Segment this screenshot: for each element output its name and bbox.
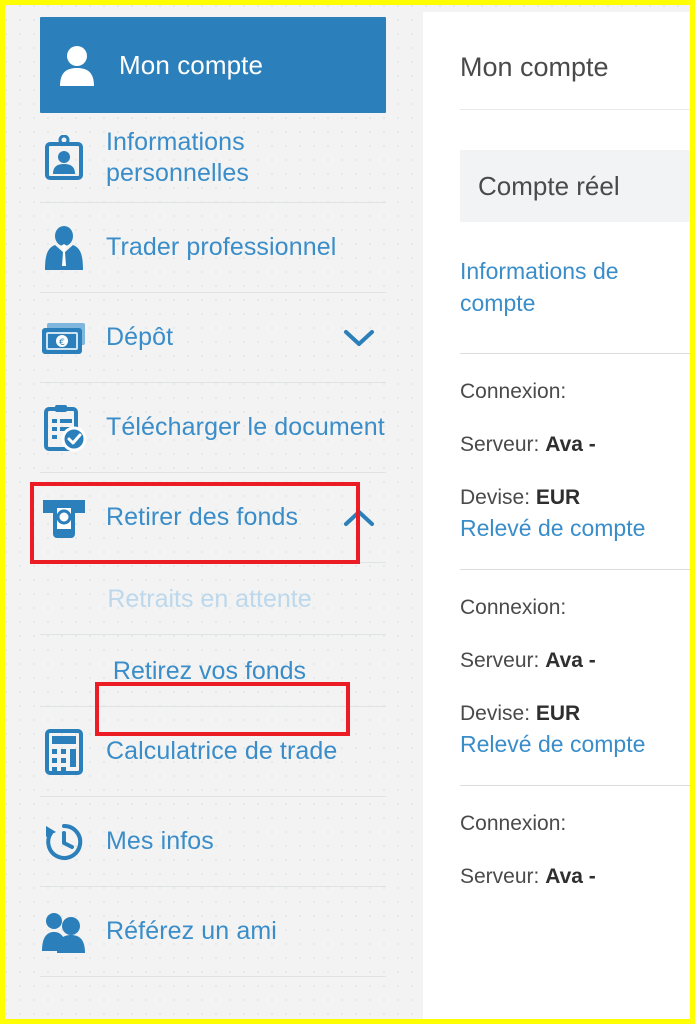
devise-label: Devise: — [460, 486, 531, 510]
serveur-value: Ava - — [545, 864, 596, 888]
account-devise-row: Devise: EUR — [460, 460, 690, 513]
sidebar-item-retirer-des-fonds[interactable]: Retirer des fonds — [5, 473, 414, 563]
serveur-label: Serveur: — [460, 649, 540, 673]
serveur-value: Ava - — [545, 433, 596, 457]
refer-friend-icon — [40, 908, 88, 956]
sidebar-item-label: Mon compte — [119, 49, 264, 80]
businessman-icon — [40, 224, 88, 272]
serveur-label: Serveur: — [460, 864, 540, 888]
tab-compte-reel[interactable]: Compte réel — [460, 150, 690, 222]
sidebar-item-label: Référez un ami — [106, 917, 277, 946]
sidebar-item-informations-personnelles[interactable]: Informations personnelles — [5, 113, 414, 203]
sidebar-item-label: Télécharger le document — [106, 413, 385, 442]
sidebar-item-label: Trader professionnel — [106, 233, 337, 262]
sidebar-item-telecharger-le-document[interactable]: Télécharger le document — [5, 383, 414, 473]
sidebar-item-label: Dépôt — [106, 323, 174, 352]
sidebar-item-label: Calculatrice de trade — [106, 737, 338, 766]
document-check-icon — [40, 404, 88, 452]
devise-value: EUR — [535, 702, 581, 726]
banknotes-icon: € — [40, 314, 88, 362]
chevron-down-icon[interactable] — [342, 327, 376, 349]
sidebar-subitem-retirez-vos-fonds[interactable]: Retirez vos fonds — [5, 635, 414, 707]
svg-text:€: € — [59, 338, 65, 348]
serveur-value: Ava - — [545, 649, 596, 673]
calculator-icon — [40, 728, 88, 776]
serveur-label: Serveur: — [460, 433, 540, 457]
sidebar-item-referez-un-ami[interactable]: Référez un ami — [5, 887, 414, 977]
sidebar-item-label: Retirer des fonds — [106, 503, 299, 532]
connexion-label: Connexion: — [460, 380, 567, 404]
devise-value: EUR — [535, 486, 581, 510]
atm-withdraw-icon — [40, 494, 88, 542]
account-connexion-row: Connexion: — [460, 354, 690, 407]
sidebar-item-calculatrice-de-trade[interactable]: Calculatrice de trade — [5, 707, 414, 797]
account-serveur-row: Serveur: Ava - — [460, 407, 690, 460]
account-connexion-row: Connexion: — [460, 570, 690, 623]
account-detail-panel: Mon compte Compte réel Informations de c… — [423, 12, 690, 1019]
sidebar-subitem-label: Retirez vos fonds — [112, 656, 307, 685]
devise-label: Devise: — [460, 702, 531, 726]
account-statement-link[interactable]: Relevé de compte — [460, 513, 690, 545]
sidebar-item-label: Informations personnelles — [106, 127, 249, 187]
account-connexion-row: Connexion: — [460, 786, 690, 839]
sidebar-nav-list: Mon compte Informations personnelles Tra… — [5, 5, 414, 977]
chevron-up-icon[interactable] — [342, 507, 376, 529]
account-entry: Connexion: Serveur: Ava - Devise: EUR Re… — [423, 354, 690, 569]
tab-label: Compte réel — [478, 170, 620, 201]
sidebar-subitem-retraits-en-attente[interactable]: Retraits en attente — [5, 563, 414, 635]
user-icon — [53, 41, 101, 89]
screenshot-frame: Mon compte Informations personnelles Tra… — [0, 0, 695, 1024]
sidebar-item-depot[interactable]: € Dépôt — [5, 293, 414, 383]
title-divider — [460, 109, 690, 110]
sidebar-item-trader-professionnel[interactable]: Trader professionnel — [5, 203, 414, 293]
sidebar-item-mon-compte[interactable]: Mon compte — [40, 17, 386, 113]
account-information-link[interactable]: Informations de compte — [460, 256, 690, 319]
account-devise-row: Devise: EUR — [460, 676, 690, 729]
connexion-label: Connexion: — [460, 811, 567, 835]
page-title: Mon compte — [460, 52, 609, 82]
account-entry: Connexion: Serveur: Ava - — [423, 786, 690, 892]
account-entry: Connexion: Serveur: Ava - Devise: EUR Re… — [423, 570, 690, 785]
history-clock-icon — [40, 818, 88, 866]
divider — [40, 976, 386, 977]
account-serveur-row: Serveur: Ava - — [460, 623, 690, 676]
account-statement-link[interactable]: Relevé de compte — [460, 729, 690, 761]
account-sidebar: Mon compte Informations personnelles Tra… — [5, 5, 414, 1019]
sidebar-subitem-label: Retraits en attente — [107, 584, 312, 613]
sidebar-item-mes-infos[interactable]: Mes infos — [5, 797, 414, 887]
account-serveur-row: Serveur: Ava - — [460, 839, 690, 892]
id-card-icon — [40, 134, 88, 182]
sidebar-item-label: Mes infos — [106, 827, 214, 856]
connexion-label: Connexion: — [460, 596, 567, 620]
